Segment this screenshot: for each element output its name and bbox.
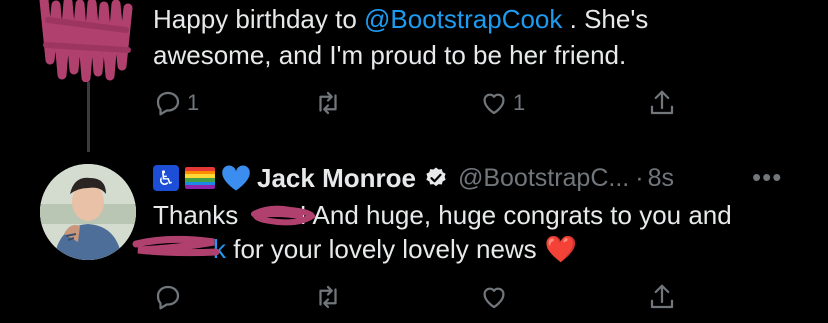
like-button[interactable]: 1: [479, 86, 525, 120]
author-handle[interactable]: @BootstrapC...: [458, 164, 629, 193]
reply-button[interactable]: [153, 280, 183, 314]
retweet-icon: [319, 285, 337, 309]
heart-outline-icon: [483, 93, 505, 115]
blue-heart-icon: [222, 165, 250, 191]
reply-count: 1: [187, 90, 200, 115]
tweet-text-line-2: awesome, and I'm proud to be her friend.: [153, 40, 627, 70]
redaction-scribble: [132, 235, 220, 257]
avatar-photo: [40, 164, 136, 260]
share-button[interactable]: [647, 86, 677, 120]
timestamp[interactable]: 8s: [648, 164, 674, 193]
share-icon: [650, 284, 674, 309]
tweet-actions: [153, 280, 674, 314]
like-count: 1: [513, 90, 526, 115]
tweet-header: ♿ Jack Monroe @BootstrapC... · 8s: [153, 160, 674, 196]
mention-link[interactable]: @BootstrapCook: [364, 4, 562, 34]
verified-badge-icon: [426, 167, 446, 187]
red-heart-icon: ❤️: [544, 234, 578, 264]
retweet-button[interactable]: [313, 86, 343, 120]
avatar[interactable]: [40, 164, 136, 260]
tweet-previous[interactable]: Happy birthday to @BootstrapCook . She's…: [0, 0, 828, 152]
reply-button[interactable]: 1: [153, 86, 199, 120]
reply-icon: [156, 285, 180, 310]
tweet-reply[interactable]: ♿ Jack Monroe @BootstrapC... · 8s ••• Th…: [0, 140, 828, 323]
author-name[interactable]: Jack Monroe: [257, 163, 416, 194]
heart-outline-icon: [483, 287, 505, 309]
share-button[interactable]: [647, 280, 677, 314]
accessibility-icon: ♿: [153, 165, 179, 191]
tweet-text-line-1: Happy birthday to @BootstrapCook . She's: [153, 4, 649, 34]
retweet-icon: [319, 91, 337, 115]
rainbow-flag-icon: [185, 167, 215, 189]
tweet-text-line-1: Thanks ! And huge, huge congrats to you …: [153, 200, 732, 230]
redaction-scribble: [251, 205, 316, 226]
share-icon: [650, 90, 674, 115]
redacted-avatar: [39, 0, 133, 82]
tweet-actions: 1 1: [153, 86, 674, 120]
separator-dot: ·: [635, 163, 644, 192]
more-options-icon[interactable]: •••: [752, 162, 782, 193]
retweet-button[interactable]: [313, 280, 343, 314]
like-button[interactable]: [479, 280, 509, 314]
reply-icon: [156, 91, 180, 116]
